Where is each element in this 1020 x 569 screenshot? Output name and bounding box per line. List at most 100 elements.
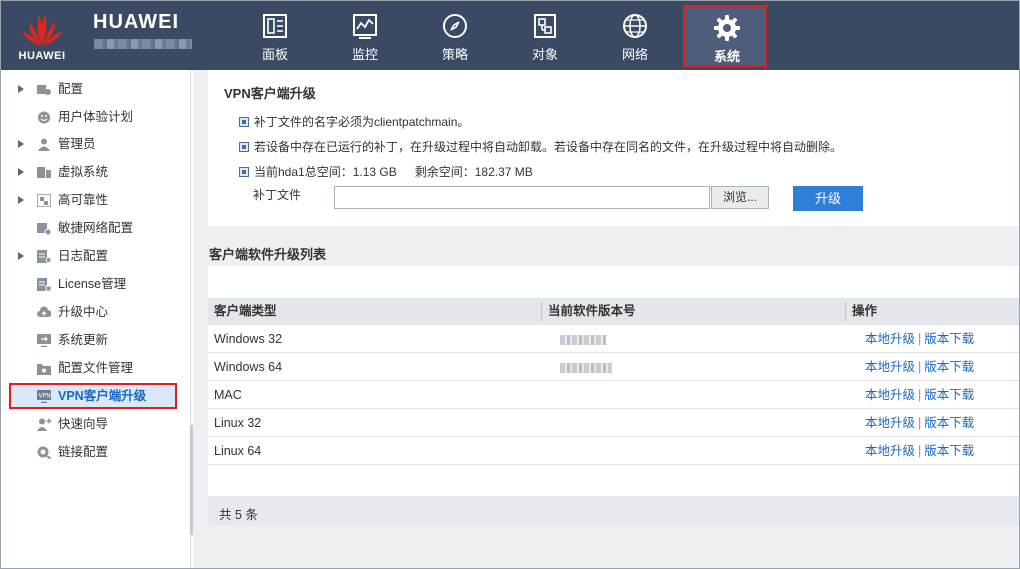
note-text: 补丁文件的名字必须为clientpatchmain。 — [254, 115, 470, 129]
sidebar-item-label: 升级中心 — [58, 305, 109, 319]
config-file-icon — [37, 364, 51, 375]
sidebar-item-upgrade-center[interactable]: 升级中心 — [1, 299, 191, 325]
virtual-system-icon — [37, 167, 51, 178]
client-table-header: 客户端类型 当前软件版本号 操作 — [208, 298, 1019, 325]
nav-system[interactable]: 系统 — [683, 5, 767, 67]
cloud-upgrade-icon — [37, 306, 51, 317]
device-name-blurred — [94, 39, 192, 49]
info-bullet-icon — [239, 117, 249, 127]
sidebar-item-label: 日志配置 — [58, 249, 109, 263]
note-patch-name: 补丁文件的名字必须为clientpatchmain。 — [239, 113, 469, 130]
expand-arrow-icon[interactable] — [18, 252, 24, 260]
nav-dashboard-label: 面板 — [261, 47, 288, 62]
sidebar: 配置 用户体验计划 管理员 虚拟系统 高可靠性 敏捷网络配置 日志配置 Lice… — [1, 70, 191, 568]
sidebar-item-admin[interactable]: 管理员 — [1, 131, 191, 157]
expand-arrow-icon[interactable] — [18, 140, 24, 148]
local-upgrade-link[interactable]: 本地升级 — [865, 444, 915, 458]
patch-file-label: 补丁文件 — [253, 188, 302, 202]
nav-policy-label: 策略 — [441, 47, 468, 62]
license-icon — [37, 278, 51, 291]
vpn-upgrade-title: VPN客户端升级 — [224, 86, 316, 101]
action-separator: | — [918, 360, 922, 374]
action-separator: | — [918, 416, 922, 430]
nav-monitor[interactable]: 监控 — [323, 5, 407, 67]
table-empty-area — [208, 465, 1019, 496]
sidebar-item-label: 快速向导 — [58, 417, 109, 431]
actions-cell: 本地升级 | 版本下载 — [859, 409, 974, 437]
table-row: Windows 32 本地升级 | 版本下载 — [208, 325, 1019, 353]
local-upgrade-link[interactable]: 本地升级 — [865, 416, 915, 430]
version-cell — [554, 381, 560, 409]
version-download-link[interactable]: 版本下载 — [924, 416, 974, 430]
main-content: VPN客户端升级 补丁文件的名字必须为clientpatchmain。 若设备中… — [193, 70, 1019, 568]
sidebar-item-label: 链接配置 — [58, 445, 109, 459]
local-upgrade-link[interactable]: 本地升级 — [865, 332, 915, 346]
browse-button[interactable]: 浏览... — [711, 186, 769, 209]
sidebar-item-label: License管理 — [58, 277, 127, 291]
version-download-link[interactable]: 版本下载 — [924, 388, 974, 402]
nav-monitor-label: 监控 — [351, 47, 378, 62]
version-cell — [554, 353, 612, 381]
vpn-upgrade-panel: VPN客户端升级 补丁文件的名字必须为clientpatchmain。 若设备中… — [208, 70, 1019, 226]
column-client-type[interactable]: 客户端类型 — [208, 298, 541, 325]
sidebar-item-system-update[interactable]: 系统更新 — [1, 327, 191, 353]
sidebar-item-quick-wizard[interactable]: 快速向导 — [1, 411, 191, 437]
huawei-logo: HUAWEI — [11, 9, 73, 65]
sidebar-item-vpn-client-upgrade[interactable]: VPN VPN客户端升级 — [9, 383, 177, 409]
sidebar-item-user-experience[interactable]: 用户体验计划 — [1, 104, 191, 130]
nav-policy[interactable]: 策略 — [413, 5, 497, 67]
disk-free-space: 剩余空间：182.37 MB — [414, 165, 533, 179]
local-upgrade-link[interactable]: 本地升级 — [865, 360, 915, 374]
version-cell — [554, 325, 606, 353]
sidebar-item-link-config[interactable]: 链接配置 — [1, 439, 191, 465]
monitor-icon — [353, 14, 377, 39]
sidebar-item-label: 管理员 — [58, 137, 96, 151]
disk-total-space: 当前hda1总空间：1.13 GB — [254, 165, 397, 179]
action-separator: | — [918, 444, 922, 458]
sidebar-item-config-file[interactable]: 配置文件管理 — [1, 355, 191, 381]
column-version[interactable]: 当前软件版本号 — [542, 298, 845, 325]
action-separator: | — [918, 388, 922, 402]
dashboard-icon — [263, 14, 287, 38]
top-header: HUAWEI HUAWEI 面板 监控 策略 对象 网络 系统 — [1, 1, 1019, 70]
svg-text:VPN: VPN — [39, 393, 51, 400]
sidebar-item-label: 虚拟系统 — [58, 165, 109, 179]
info-bullet-icon — [239, 167, 249, 177]
sidebar-item-config[interactable]: 配置 — [1, 76, 191, 102]
version-download-link[interactable]: 版本下载 — [924, 444, 974, 458]
action-separator: | — [918, 332, 922, 346]
sidebar-item-high-availability[interactable]: 高可靠性 — [1, 187, 191, 213]
nav-system-label: 系统 — [713, 49, 740, 64]
upgrade-button[interactable]: 升级 — [793, 186, 863, 211]
brand-title: HUAWEI — [93, 11, 179, 33]
nav-object-label: 对象 — [531, 47, 558, 62]
sidebar-item-label: 敏捷网络配置 — [58, 221, 134, 235]
sidebar-item-log-config[interactable]: 日志配置 — [1, 243, 191, 269]
admin-icon — [38, 138, 50, 151]
object-icon — [534, 14, 556, 38]
version-download-link[interactable]: 版本下载 — [924, 332, 974, 346]
actions-cell: 本地升级 | 版本下载 — [859, 353, 974, 381]
nav-network[interactable]: 网络 — [593, 5, 677, 67]
client-type-cell: Linux 64 — [214, 444, 262, 458]
nav-object[interactable]: 对象 — [503, 5, 587, 67]
wizard-icon — [37, 418, 51, 431]
sidebar-item-virtual-system[interactable]: 虚拟系统 — [1, 159, 191, 185]
version-cell — [554, 409, 560, 437]
expand-arrow-icon[interactable] — [18, 196, 24, 204]
nav-dashboard[interactable]: 面板 — [233, 5, 317, 67]
sidebar-item-label: 配置 — [58, 82, 84, 96]
client-type-cell: Linux 32 — [214, 416, 262, 430]
expand-arrow-icon[interactable] — [18, 85, 24, 93]
nav-network-label: 网络 — [621, 47, 648, 62]
patch-file-input[interactable] — [334, 186, 710, 209]
column-actions: 操作 — [852, 304, 878, 318]
sidebar-item-license[interactable]: License管理 — [1, 271, 191, 297]
actions-cell: 本地升级 | 版本下载 — [859, 325, 974, 353]
version-download-link[interactable]: 版本下载 — [924, 360, 974, 374]
local-upgrade-link[interactable]: 本地升级 — [865, 388, 915, 402]
sidebar-item-label: VPN客户端升级 — [58, 389, 147, 403]
expand-arrow-icon[interactable] — [18, 168, 24, 176]
gear-icon — [714, 15, 740, 41]
sidebar-item-agile-network[interactable]: 敏捷网络配置 — [1, 215, 191, 241]
